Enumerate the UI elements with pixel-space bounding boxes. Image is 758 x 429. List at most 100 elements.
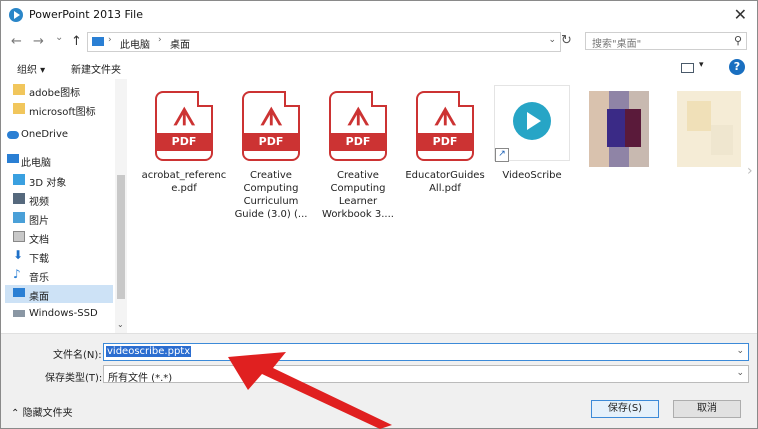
- breadcrumb-this-pc[interactable]: 此电脑: [120, 36, 150, 51]
- forward-arrow-icon[interactable]: →: [33, 34, 44, 49]
- organize-button[interactable]: 组织 ▾: [17, 61, 45, 76]
- chevron-down-icon[interactable]: ⌄: [736, 346, 744, 356]
- sidebar-item-label: 下载: [29, 254, 49, 265]
- sidebar-item-label: OneDrive: [21, 129, 69, 140]
- sidebar-item-documents[interactable]: 文档: [5, 228, 113, 246]
- file-name: Creative Computing Curriculum Guide (3.0…: [234, 170, 308, 220]
- sidebar-item-label: 音乐: [29, 273, 49, 284]
- cancel-button[interactable]: 取消: [673, 400, 741, 418]
- sidebar-item-music[interactable]: ♪ 音乐: [5, 266, 113, 284]
- desktop-icon: [13, 288, 25, 297]
- breadcrumb-desktop[interactable]: 桌面: [170, 36, 190, 51]
- address-bar[interactable]: › 此电脑 › 桌面 ⌄: [87, 32, 561, 52]
- sidebar-item-label: 此电脑: [21, 158, 51, 169]
- sidebar-item-label: Windows-SSD: [29, 308, 98, 319]
- sidebar-item-label: 视频: [29, 197, 49, 208]
- filetype-select[interactable]: 所有文件 (*.*) ⌄: [103, 365, 749, 384]
- back-arrow-icon[interactable]: ←: [11, 34, 22, 49]
- file-name: EducatorGuidesAll.pdf: [405, 170, 485, 194]
- filetype-value: 所有文件 (*.*): [108, 373, 173, 384]
- file-item[interactable]: ᗑ PDF Creative Computing Learner Workboo…: [313, 85, 403, 221]
- sidebar-item-microsoft-icons[interactable]: microsoft图标: [5, 100, 113, 118]
- breadcrumb-separator-icon: ›: [158, 35, 162, 45]
- filename-input[interactable]: videoscribe.pptx ⌄: [103, 343, 749, 361]
- file-list: ᗑ PDF acrobat_reference.pdf ᗑ PDF Creati…: [129, 79, 757, 333]
- filename-value: videoscribe.pptx: [106, 346, 192, 357]
- music-icon: ♪: [13, 267, 21, 281]
- search-input[interactable]: 搜索"桌面" ⚲: [585, 32, 747, 50]
- file-name: acrobat_reference.pdf: [141, 170, 227, 194]
- blurred-thumbnail[interactable]: [677, 91, 741, 167]
- computer-icon: [92, 37, 104, 46]
- sidebar-item-label: 文档: [29, 235, 49, 246]
- pdf-file-icon: ᗑ PDF: [242, 91, 300, 161]
- file-name: Creative Computing Learner Workbook 3...…: [322, 170, 394, 220]
- file-item[interactable]: ↗ VideoScribe: [487, 85, 577, 182]
- sidebar-item-label: 图片: [29, 216, 49, 227]
- refresh-icon[interactable]: ↻: [561, 33, 572, 48]
- cloud-icon: [7, 131, 19, 139]
- save-button[interactable]: 保存(S): [591, 400, 659, 418]
- folder-icon: [13, 103, 25, 114]
- help-icon[interactable]: ?: [729, 59, 745, 75]
- chevron-down-icon[interactable]: ⌄: [736, 368, 744, 378]
- file-item[interactable]: ᗑ PDF acrobat_reference.pdf: [139, 85, 229, 195]
- pdf-file-icon: ᗑ PDF: [416, 91, 474, 161]
- title-bar: PowerPoint 2013 File ✕: [1, 1, 757, 29]
- file-name: VideoScribe: [502, 170, 562, 181]
- sidebar-item-label: 桌面: [29, 292, 49, 303]
- sidebar-item-windows-ssd[interactable]: Windows-SSD: [5, 305, 113, 323]
- cube-icon: [13, 174, 25, 185]
- sidebar-item-pictures[interactable]: 图片: [5, 209, 113, 227]
- window-title: PowerPoint 2013 File: [29, 8, 143, 21]
- save-form: 文件名(N): videoscribe.pptx ⌄ 保存类型(T): 所有文件…: [1, 333, 757, 428]
- sidebar-item-label: microsoft图标: [29, 107, 96, 118]
- app-play-icon: [9, 8, 23, 22]
- pdf-file-icon: ᗑ PDF: [155, 91, 213, 161]
- sidebar-item-label: 3D 对象: [29, 178, 67, 189]
- sidebar-item-videos[interactable]: 视频: [5, 190, 113, 208]
- sidebar-item-onedrive[interactable]: OneDrive: [5, 126, 113, 144]
- filetype-label: 保存类型(T):: [45, 373, 103, 384]
- play-icon: [513, 102, 551, 140]
- search-icon[interactable]: ⚲: [734, 34, 742, 47]
- sidebar-item-adobe-icons[interactable]: adobe图标: [5, 81, 113, 99]
- pdf-tag: PDF: [242, 133, 300, 151]
- hide-folders-button[interactable]: ⌃ 隐藏文件夹: [11, 404, 73, 419]
- close-icon[interactable]: ✕: [734, 5, 747, 24]
- chevron-right-icon: ›: [747, 163, 753, 179]
- video-icon: [13, 193, 25, 204]
- up-arrow-icon[interactable]: ↑: [71, 34, 82, 49]
- sidebar-item-desktop[interactable]: 桌面: [5, 285, 113, 303]
- sidebar-item-this-pc[interactable]: 此电脑: [5, 151, 113, 169]
- new-folder-button[interactable]: 新建文件夹: [71, 61, 121, 76]
- drive-icon: [13, 310, 25, 317]
- filename-label: 文件名(N):: [53, 350, 102, 361]
- chevron-down-icon[interactable]: ⌄: [548, 35, 556, 45]
- navigation-bar: ← → ⌄ ↑ › 此电脑 › 桌面 ⌄ ↻ 搜索"桌面" ⚲: [1, 29, 757, 55]
- chevron-up-icon: ⌃: [11, 408, 20, 419]
- folder-icon: [13, 84, 25, 95]
- picture-icon: [13, 212, 25, 223]
- breadcrumb-separator-icon: ›: [108, 35, 112, 45]
- pdf-tag: PDF: [416, 133, 474, 151]
- search-placeholder: 搜索"桌面": [592, 39, 642, 50]
- pdf-tag: PDF: [329, 133, 387, 151]
- sidebar-item-3d-objects[interactable]: 3D 对象: [5, 171, 113, 189]
- document-icon: [13, 231, 25, 242]
- scroll-down-icon[interactable]: ⌄: [117, 320, 124, 329]
- save-dialog: PowerPoint 2013 File ✕ ← → ⌄ ↑ › 此电脑 › 桌…: [0, 0, 758, 429]
- hide-folders-label: 隐藏文件夹: [22, 408, 73, 419]
- recent-locations-icon[interactable]: ⌄: [55, 32, 63, 43]
- file-item[interactable]: ᗑ PDF Creative Computing Curriculum Guid…: [226, 85, 316, 221]
- file-item[interactable]: ᗑ PDF EducatorGuidesAll.pdf: [400, 85, 490, 195]
- chevron-down-icon[interactable]: ▾: [699, 60, 704, 70]
- pdf-tag: PDF: [155, 133, 213, 151]
- navigation-pane: adobe图标 microsoft图标 OneDrive 此电脑 3D 对象 视…: [1, 79, 128, 333]
- sidebar-item-label: adobe图标: [29, 88, 81, 99]
- view-options-icon[interactable]: [681, 63, 694, 73]
- shortcut-arrow-icon: ↗: [495, 148, 509, 162]
- sidebar-scroll-thumb[interactable]: [117, 175, 125, 299]
- sidebar-item-downloads[interactable]: ⬇ 下载: [5, 247, 113, 265]
- blurred-thumbnail[interactable]: [589, 91, 649, 167]
